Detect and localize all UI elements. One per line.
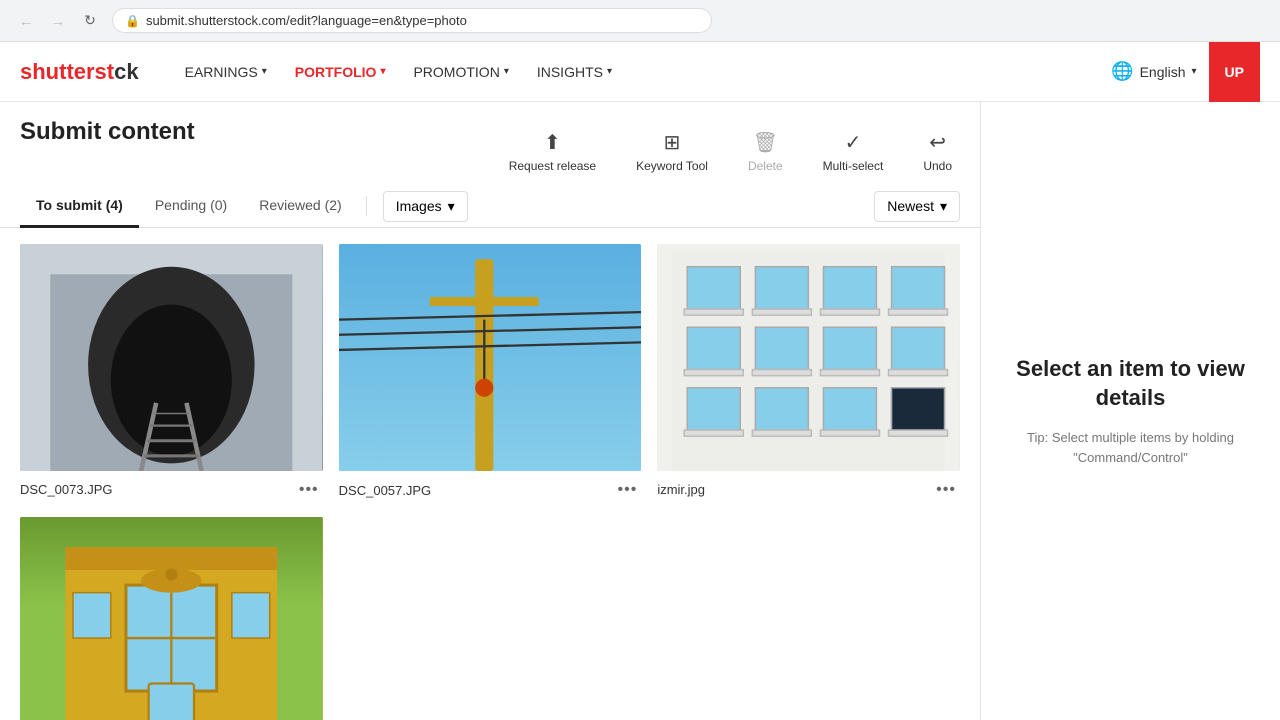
tab-to-submit[interactable]: To submit (4): [20, 185, 139, 228]
tabs-filter-row: To submit (4) Pending (0) Reviewed (2) I…: [0, 185, 980, 228]
image-card-1[interactable]: DSC_0073.JPG •••: [20, 244, 323, 501]
browser-chrome: ← → ↻ 🔒 submit.shutterstock.com/edit?lan…: [0, 0, 1280, 42]
logo-shutter: shutterst: [20, 59, 114, 84]
image-name-3: izmir.jpg: [657, 482, 705, 497]
image-thumb-1: [20, 244, 323, 471]
nav-buttons: ← → ↻: [12, 7, 104, 35]
image-name-2: DSC_0057.JPG: [339, 483, 432, 498]
delete-button[interactable]: 🗑 Delete: [740, 126, 791, 177]
lang-chevron: ▾: [1192, 66, 1197, 77]
logo-ck: ck: [114, 59, 138, 84]
sort-dropdown[interactable]: Newest ▾: [874, 191, 960, 222]
keyword-tool-icon: ⊞: [664, 130, 681, 155]
logo[interactable]: shutterstck: [20, 59, 139, 85]
left-panel: Submit content ⬆ Request release ⊞ Keywo…: [0, 102, 980, 720]
nav-earnings[interactable]: EARNINGS ▾: [171, 42, 281, 102]
image-grid: DSC_0073.JPG •••: [0, 228, 980, 720]
image-thumb-2: [339, 244, 642, 471]
tab-separator: [366, 196, 367, 216]
forward-button[interactable]: →: [44, 7, 72, 35]
tabs-group: To submit (4) Pending (0) Reviewed (2): [20, 185, 358, 227]
image-footer-1: DSC_0073.JPG •••: [20, 479, 323, 501]
tab-reviewed[interactable]: Reviewed (2): [243, 185, 357, 228]
url-text: submit.shutterstock.com/edit?language=en…: [146, 13, 467, 28]
portfolio-chevron: ▾: [380, 66, 385, 77]
undo-button[interactable]: ↩ Undo: [915, 126, 960, 177]
main-content: Submit content ⬆ Request release ⊞ Keywo…: [0, 102, 1280, 720]
more-button-1[interactable]: •••: [295, 479, 323, 501]
yellow-building-svg: [20, 517, 323, 720]
image-card-4[interactable]: DSC0095.JPG •••: [20, 517, 323, 720]
nav-promotion[interactable]: PROMOTION ▾: [399, 42, 522, 102]
image-card-3[interactable]: izmir.jpg •••: [657, 244, 960, 501]
more-button-2[interactable]: •••: [614, 479, 642, 501]
images-filter-dropdown[interactable]: Images ▾: [383, 191, 468, 222]
nav-portfolio[interactable]: PORTFOLIO ▾: [281, 42, 400, 102]
language-selector[interactable]: 🌐 English ▾: [1111, 61, 1196, 82]
delete-icon: 🗑: [753, 130, 778, 155]
page-title: Submit content: [20, 118, 195, 146]
keyword-tool-button[interactable]: ⊞ Keyword Tool: [628, 126, 716, 177]
multiselect-icon: ✓: [845, 130, 862, 155]
refresh-button[interactable]: ↻: [76, 7, 104, 35]
request-release-button[interactable]: ⬆ Request release: [501, 126, 604, 177]
main-nav: EARNINGS ▾ PORTFOLIO ▾ PROMOTION ▾ INSIG…: [171, 42, 626, 102]
select-tip: Tip: Select multiple items by holding "C…: [1001, 428, 1260, 467]
tunnel-svg: [20, 244, 323, 471]
globe-icon: 🌐: [1111, 61, 1133, 82]
image-name-1: DSC_0073.JPG: [20, 482, 113, 497]
upload-button[interactable]: UP: [1209, 42, 1260, 102]
toolbar: ⬆ Request release ⊞ Keyword Tool 🗑 Delet…: [501, 118, 960, 185]
right-panel: Select an item to view details Tip: Sele…: [980, 102, 1280, 720]
pole-svg: [339, 244, 642, 471]
building-svg: [657, 244, 960, 471]
back-button[interactable]: ←: [12, 7, 40, 35]
images-filter-chevron: ▾: [448, 198, 455, 215]
more-button-3[interactable]: •••: [932, 479, 960, 501]
image-card-2[interactable]: DSC_0057.JPG •••: [339, 244, 642, 501]
image-footer-3: izmir.jpg •••: [657, 479, 960, 501]
app-header: shutterstck EARNINGS ▾ PORTFOLIO ▾ PROMO…: [0, 42, 1280, 102]
undo-icon: ↩: [929, 130, 946, 155]
nav-insights[interactable]: INSIGHTS ▾: [523, 42, 626, 102]
promotion-chevron: ▾: [504, 66, 509, 77]
sort-chevron: ▾: [940, 198, 947, 215]
address-bar[interactable]: 🔒 submit.shutterstock.com/edit?language=…: [112, 8, 712, 33]
tab-pending[interactable]: Pending (0): [139, 185, 243, 228]
earnings-chevron: ▾: [262, 66, 267, 77]
header-right: 🌐 English ▾ UP: [1111, 42, 1260, 102]
image-footer-2: DSC_0057.JPG •••: [339, 479, 642, 501]
select-title: Select an item to view details: [1001, 355, 1260, 412]
image-thumb-4: [20, 517, 323, 720]
content-header: Submit content ⬆ Request release ⊞ Keywo…: [0, 102, 980, 185]
insights-chevron: ▾: [607, 66, 612, 77]
multiselect-button[interactable]: ✓ Multi-select: [815, 126, 892, 177]
request-release-icon: ⬆: [544, 130, 561, 155]
image-thumb-3: [657, 244, 960, 471]
lock-icon: 🔒: [125, 14, 140, 28]
